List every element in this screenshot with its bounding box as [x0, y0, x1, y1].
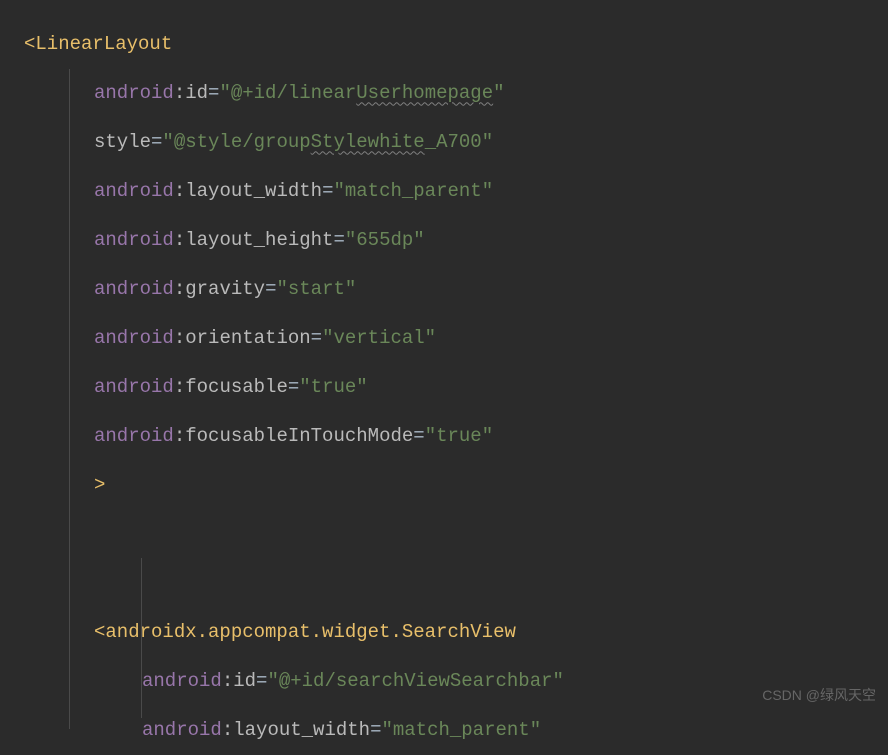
attr-equals: = — [151, 127, 162, 157]
code-line: > — [24, 461, 888, 510]
code-line: <LinearLayout — [24, 20, 888, 69]
attr-value: "@+id/searchViewSearchbar" — [267, 666, 563, 696]
attr-separator: : — [174, 421, 185, 451]
xml-tag-name: androidx.appcompat.widget.SearchView — [105, 617, 515, 647]
attr-namespace: android — [94, 78, 174, 108]
attr-value: "match_parent" — [381, 715, 541, 745]
attr-value: " — [493, 78, 504, 108]
attr-separator: : — [174, 323, 185, 353]
attr-separator: : — [174, 274, 185, 304]
attr-value: "vertical" — [322, 323, 436, 353]
attr-name: focusableInTouchMode — [185, 421, 413, 451]
attr-namespace: android — [94, 274, 174, 304]
attr-namespace: android — [142, 715, 222, 745]
code-line-empty — [24, 559, 888, 608]
indent-guide — [69, 69, 70, 729]
attr-name: orientation — [185, 323, 310, 353]
code-line: <androidx.appcompat.widget.SearchView — [24, 608, 888, 657]
xml-tag-bracket: < — [24, 29, 35, 59]
attr-namespace: android — [94, 421, 174, 451]
attr-name: id — [233, 666, 256, 696]
code-line: android:layout_width="match_parent" — [24, 706, 888, 755]
code-line: android:id="@+id/searchViewSearchbar" — [24, 657, 888, 706]
attr-value: "655dp" — [345, 225, 425, 255]
attr-namespace: android — [94, 225, 174, 255]
attr-equals: = — [413, 421, 424, 451]
code-line: android:gravity="start" — [24, 265, 888, 314]
attr-value: "true" — [425, 421, 493, 451]
attr-name: layout_height — [185, 225, 333, 255]
attr-value: "@style/group — [162, 127, 310, 157]
attr-namespace: android — [94, 176, 174, 206]
watermark: CSDN @绿风天空 — [762, 684, 876, 706]
attr-namespace: android — [94, 372, 174, 402]
attr-namespace: android — [94, 323, 174, 353]
code-editor: <LinearLayout android:id="@+id/linearUse… — [24, 20, 888, 755]
attr-equals: = — [333, 225, 344, 255]
code-line: android:focusableInTouchMode="true" — [24, 412, 888, 461]
code-line: android:orientation="vertical" — [24, 314, 888, 363]
code-line: android:layout_height="655dp" — [24, 216, 888, 265]
attr-equals: = — [288, 372, 299, 402]
attr-equals: = — [208, 78, 219, 108]
attr-equals: = — [322, 176, 333, 206]
code-line-empty — [24, 510, 888, 559]
attr-separator: : — [222, 666, 233, 696]
attr-name: layout_width — [233, 715, 370, 745]
code-line: style="@style/groupStylewhite_A700" — [24, 118, 888, 167]
attr-name: focusable — [185, 372, 288, 402]
xml-tag-bracket: < — [94, 617, 105, 647]
attr-value: "true" — [299, 372, 367, 402]
attr-value: "match_parent" — [333, 176, 493, 206]
attr-equals: = — [265, 274, 276, 304]
xml-close-bracket: > — [94, 470, 105, 500]
attr-separator: : — [174, 225, 185, 255]
attr-equals: = — [370, 715, 381, 745]
attr-name: gravity — [185, 274, 265, 304]
xml-tag-name: LinearLayout — [35, 29, 172, 59]
attr-separator: : — [174, 372, 185, 402]
code-line: android:id="@+id/linearUserhomepage" — [24, 69, 888, 118]
attr-value-warning: Stylewhite — [311, 127, 425, 157]
code-line: android:layout_width="match_parent" — [24, 167, 888, 216]
attr-name: id — [185, 78, 208, 108]
attr-separator: : — [222, 715, 233, 745]
attr-name: style — [94, 127, 151, 157]
attr-equals: = — [256, 666, 267, 696]
attr-value-warning: Userhomepage — [356, 78, 493, 108]
attr-equals: = — [311, 323, 322, 353]
attr-value: _A700" — [425, 127, 493, 157]
attr-separator: : — [174, 78, 185, 108]
attr-value: "@+id/linear — [219, 78, 356, 108]
attr-namespace: android — [142, 666, 222, 696]
attr-separator: : — [174, 176, 185, 206]
attr-value: "start" — [276, 274, 356, 304]
attr-name: layout_width — [185, 176, 322, 206]
code-line: android:focusable="true" — [24, 363, 888, 412]
indent-guide — [141, 558, 142, 718]
